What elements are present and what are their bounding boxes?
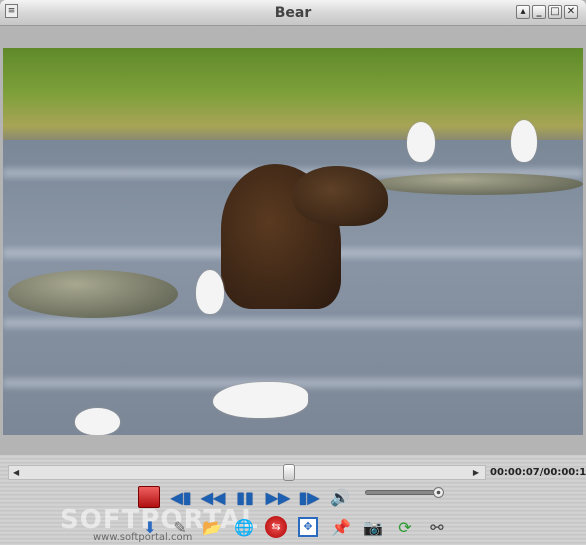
next-icon[interactable]: ▮▶ [297, 485, 321, 509]
close-button[interactable]: ✕ [564, 5, 578, 19]
gull [213, 382, 308, 418]
video-display[interactable] [3, 48, 583, 435]
seek-knob[interactable] [283, 464, 295, 481]
total-time: 00:00:12 [543, 467, 586, 478]
seek-bar[interactable]: ◀ ▶ [8, 464, 486, 481]
repeat-icon[interactable]: ⇆ [264, 515, 288, 539]
time-display: 00:00:07/00:00:12 [490, 467, 586, 478]
gull [75, 408, 120, 435]
notes-icon[interactable]: ✎ [168, 515, 192, 539]
rewind-icon[interactable]: ◀◀ [201, 485, 226, 509]
volume-slider[interactable] [365, 487, 444, 498]
binoculars-icon[interactable]: ⚯ [425, 515, 449, 539]
gull [196, 270, 224, 314]
rock [8, 270, 178, 318]
camera-icon[interactable]: 📷 [361, 515, 385, 539]
rollup-button[interactable]: ▴ [516, 5, 530, 19]
fullscreen-icon[interactable]: ✥ [296, 515, 320, 539]
video-grass [3, 48, 583, 140]
pause-icon[interactable]: ▮▮ [233, 485, 257, 509]
globe-icon[interactable]: 🌐 [232, 515, 256, 539]
maximize-button[interactable]: □ [548, 5, 562, 19]
rock [373, 173, 583, 195]
current-time: 00:00:07 [490, 467, 540, 478]
window-title: Bear [274, 5, 312, 21]
title-bar[interactable]: ≡ Bear ▴ _ □ ✕ [0, 0, 586, 26]
water [3, 318, 583, 328]
previous-icon[interactable]: ◀▮ [169, 485, 193, 509]
open-folder-icon[interactable]: 📂 [200, 515, 224, 539]
refresh-icon[interactable]: ⟳ [393, 515, 417, 539]
speaker-icon[interactable]: 🔊 [328, 485, 352, 509]
gull [407, 122, 435, 162]
pin-icon[interactable]: 📌 [329, 515, 353, 539]
seek-left-arrow-icon[interactable]: ◀ [13, 466, 19, 480]
playlist-download-icon[interactable]: ⬇ [138, 515, 162, 539]
seek-right-arrow-icon[interactable]: ▶ [473, 466, 479, 480]
volume-knob[interactable] [433, 487, 444, 498]
stop-icon[interactable] [137, 485, 161, 509]
minimize-button[interactable]: _ [532, 5, 546, 19]
gull [511, 120, 537, 162]
fast-forward-icon[interactable]: ▶▶ [266, 485, 291, 509]
